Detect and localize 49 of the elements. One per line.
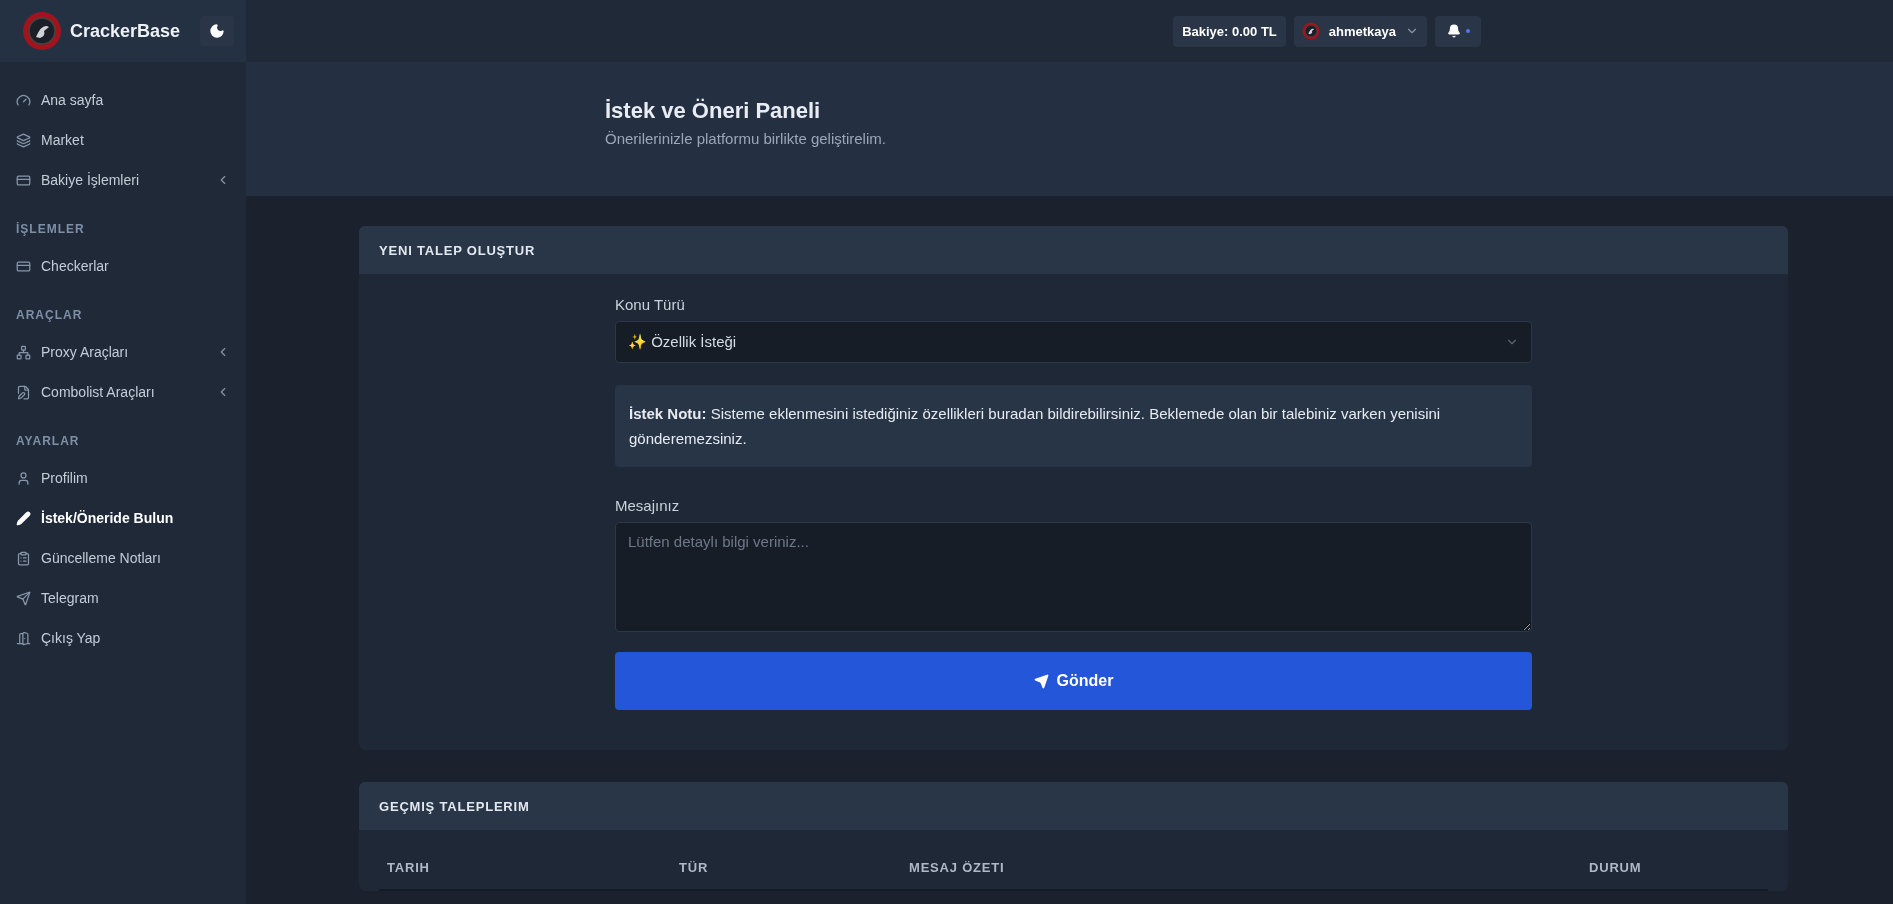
sidebar-item[interactable]: Market — [0, 120, 246, 160]
menu-icon — [16, 132, 31, 148]
sidebar-section-heading: AYARLAR — [15, 433, 81, 450]
brand-logo — [22, 11, 62, 51]
sidebar-item[interactable]: Bakiye İşlemleri — [0, 160, 246, 200]
moon-icon — [209, 23, 225, 39]
menu-icon — [16, 258, 31, 274]
menu-icon — [16, 92, 31, 108]
theme-toggle-button[interactable] — [200, 16, 234, 46]
column-header: DURUM — [1581, 860, 1768, 891]
field-label: Mesajınız — [615, 497, 681, 514]
message-field[interactable]: Lütfen detaylı bilgi veriniz... — [615, 522, 1532, 632]
sidebar-item[interactable]: Checkerlar — [0, 246, 246, 286]
menu-icon — [16, 550, 31, 566]
balance-badge: Bakiye: 0.00 TL — [1173, 15, 1286, 47]
submit-button[interactable]: Gönder — [615, 652, 1532, 710]
bell-icon — [1446, 24, 1461, 38]
notification-button[interactable] — [1435, 15, 1481, 47]
sidebar-section-heading: ARAÇLAR — [15, 307, 84, 324]
sidebar-item[interactable]: Çıkış Yap — [0, 618, 246, 658]
field-label: Konu Türü — [615, 296, 686, 313]
sidebar-item[interactable]: Proxy Araçları — [0, 332, 246, 372]
brand-name: CrackerBase — [70, 20, 182, 42]
sidebar-item[interactable]: Ana sayfa — [0, 80, 246, 120]
card-title: GEÇMIŞ TALEPLERIM — [359, 782, 1788, 830]
page-title: İstek ve Öneri Paneli — [605, 98, 822, 124]
info-note: İstek Notu: Sisteme eklenmesini istediğiniz özellikleri buradan bildirebilirsiniz. Beklemede olan bir talebiniz varken yenisini gönderemezsiniz. — [615, 385, 1532, 467]
topic-select[interactable]: ✨ Özellik İsteği — [615, 321, 1532, 363]
column-header: TARIH — [379, 860, 671, 891]
menu-icon — [16, 344, 31, 360]
sidebar-item[interactable]: Telegram — [0, 578, 246, 618]
menu-icon — [16, 510, 31, 526]
sidebar-section-heading: İŞLEMLER — [15, 221, 86, 238]
avatar-icon — [1301, 22, 1320, 40]
menu-icon — [16, 590, 31, 606]
sidebar-item[interactable]: İstek/Öneride Bulun — [0, 498, 246, 538]
menu-icon — [16, 384, 31, 400]
sidebar-item[interactable]: Güncelleme Notları — [0, 538, 246, 578]
user-menu-button[interactable]: ahmetkaya — [1293, 15, 1427, 47]
send-icon — [1033, 673, 1049, 689]
sidebar-item[interactable]: Combolist Araçları — [0, 372, 246, 412]
column-header: MESAJ ÖZETI — [901, 860, 1581, 891]
menu-icon — [16, 470, 31, 486]
page-subtitle: Önerilerinizle platformu birlikte geliştirelim. — [605, 130, 887, 147]
menu-icon — [16, 172, 31, 188]
sidebar-item[interactable]: Profilim — [0, 458, 246, 498]
card-title: YENI TALEP OLUŞTUR — [359, 226, 1788, 274]
column-header: TÜR — [671, 860, 901, 891]
menu-icon — [16, 630, 31, 646]
